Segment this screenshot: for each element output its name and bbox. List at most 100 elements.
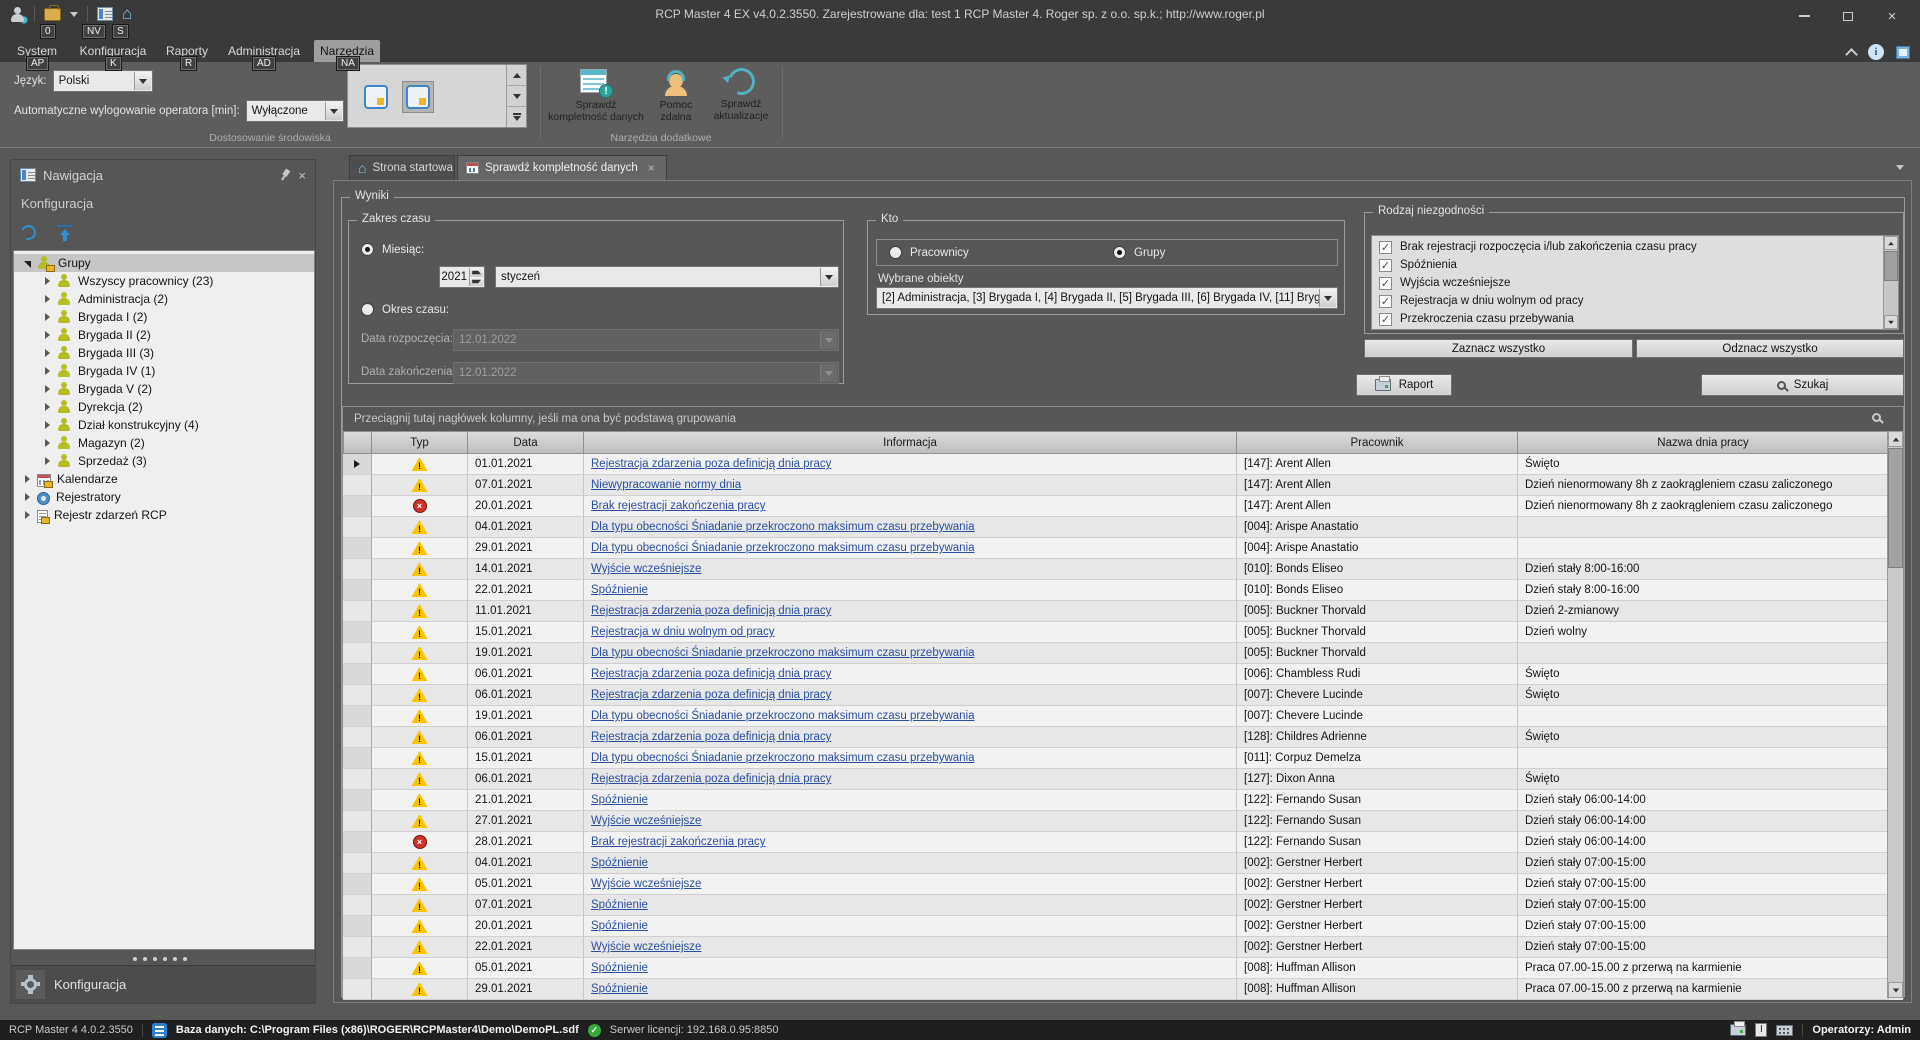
autologout-select[interactable]: Wyłączone — [246, 100, 344, 122]
expander-icon[interactable] — [22, 510, 33, 521]
maximize-button[interactable] — [1826, 2, 1870, 30]
grid-row[interactable]: !14.01.2021Wyjście wcześniejsze[010]: Bo… — [343, 559, 1903, 580]
checkbox-checked-icon[interactable]: ✓ — [1379, 277, 1392, 290]
expander-icon[interactable] — [42, 312, 53, 323]
deselect-all-button[interactable]: Odznacz wszystko — [1636, 339, 1904, 358]
checklist-scrollbar[interactable] — [1883, 236, 1898, 329]
expander-icon[interactable] — [42, 348, 53, 359]
scroll-up-icon[interactable] — [1888, 431, 1903, 447]
tree-item[interactable]: Brygada IV (1) — [14, 362, 314, 380]
incident-link[interactable]: Niewypracowanie normy dnia — [591, 479, 741, 491]
grid-row[interactable]: ×28.01.2021Brak rejestracji zakończenia … — [343, 832, 1903, 853]
scroll-down-icon[interactable] — [1888, 982, 1903, 998]
tree-item[interactable]: Brygada II (2) — [14, 326, 314, 344]
close-button[interactable]: × — [1870, 2, 1914, 30]
scroll-down-icon[interactable] — [1884, 315, 1898, 329]
incident-link[interactable]: Rejestracja zdarzenia poza definicją dni… — [591, 689, 831, 701]
expander-icon[interactable] — [42, 402, 53, 413]
discrepancy-option[interactable]: ✓Niewypracowanie normy dnia — [1372, 328, 1898, 330]
scrollbar-thumb[interactable] — [1888, 448, 1903, 568]
grid-row[interactable]: !19.01.2021Dla typu obecności Śniadanie … — [343, 706, 1903, 727]
incident-link[interactable]: Spóźnienie — [591, 584, 648, 596]
discrepancy-option[interactable]: ✓Rejestracja w dniu wolnym od pracy — [1372, 292, 1898, 310]
chevron-down-icon[interactable] — [820, 268, 837, 286]
grid-row[interactable]: !22.01.2021Spóźnienie[010]: Bonds Eliseo… — [343, 580, 1903, 601]
incident-link[interactable]: Spóźnienie — [591, 983, 648, 995]
grid-row[interactable]: !11.01.2021Rejestracja zdarzenia poza de… — [343, 601, 1903, 622]
discrepancy-option[interactable]: ✓Brak rejestracji rozpoczęcia i/lub zako… — [1372, 238, 1898, 256]
incident-link[interactable]: Spóźnienie — [591, 794, 648, 806]
grid-row[interactable]: !06.01.2021Rejestracja zdarzenia poza de… — [343, 664, 1903, 685]
expander-icon[interactable] — [42, 366, 53, 377]
remote-help-button[interactable]: Pomoc zdalna — [648, 64, 704, 123]
refresh-icon[interactable] — [19, 222, 39, 242]
expander-icon[interactable] — [42, 294, 53, 305]
check-data-completeness-button[interactable]: ! Sprawdź kompletność danych — [548, 64, 644, 123]
operator-icon[interactable] — [10, 7, 25, 22]
grid-row[interactable]: !15.01.2021Dla typu obecności Śniadanie … — [343, 748, 1903, 769]
window-layout-icon[interactable] — [1896, 46, 1910, 59]
checkbox-checked-icon[interactable]: ✓ — [1379, 295, 1392, 308]
language-select[interactable]: Polski — [53, 70, 153, 92]
incident-link[interactable]: Rejestracja w dniu wolnym od pracy — [591, 626, 774, 638]
incident-link[interactable]: Dla typu obecności Śniadanie przekroczon… — [591, 710, 975, 722]
period-radio[interactable]: Okres czasu: — [361, 303, 449, 316]
incident-link[interactable]: Rejestracja zdarzenia poza definicją dni… — [591, 773, 831, 785]
tree-item[interactable]: Administracja (2) — [14, 290, 314, 308]
scrollbar-thumb[interactable] — [1884, 251, 1898, 281]
grid-row[interactable]: !22.01.2021Wyjście wcześniejsze[002]: Ge… — [343, 937, 1903, 958]
grid-row[interactable]: !05.01.2021Wyjście wcześniejsze[002]: Ge… — [343, 874, 1903, 895]
expander-icon[interactable] — [42, 276, 53, 287]
close-tab-icon[interactable]: × — [648, 161, 655, 175]
minimize-button[interactable] — [1782, 2, 1826, 30]
grid-row[interactable]: !04.01.2021Spóźnienie[002]: Gerstner Her… — [343, 853, 1903, 874]
grid-row[interactable]: !06.01.2021Rejestracja zdarzenia poza de… — [343, 769, 1903, 790]
incident-link[interactable]: Rejestracja zdarzenia poza definicją dni… — [591, 458, 831, 470]
column-header[interactable]: Typ — [372, 431, 468, 454]
text-input-icon[interactable]: I — [1755, 1023, 1767, 1037]
check-updates-button[interactable]: Sprawdź aktualizacje — [706, 64, 776, 122]
expander-icon[interactable] — [42, 384, 53, 395]
help-icon[interactable]: i — [1868, 44, 1884, 60]
tree-item[interactable]: Grupy — [14, 254, 314, 272]
expander-icon[interactable] — [22, 474, 33, 485]
tree-item[interactable]: Dyrekcja (2) — [14, 398, 314, 416]
grid-row[interactable]: !15.01.2021Rejestracja w dniu wolnym od … — [343, 622, 1903, 643]
chevron-down-icon[interactable] — [134, 72, 151, 90]
expander-icon[interactable] — [22, 492, 33, 503]
chevron-down-icon[interactable] — [70, 12, 78, 17]
gallery-expand-icon[interactable] — [507, 107, 526, 127]
month-select[interactable]: styczeń — [495, 266, 839, 288]
grid-row[interactable]: !20.01.2021Spóźnienie[002]: Gerstner Her… — [343, 916, 1903, 937]
grid-row[interactable]: !27.01.2021Wyjście wcześniejsze[122]: Fe… — [343, 811, 1903, 832]
spin-up-icon[interactable] — [469, 268, 483, 277]
incident-link[interactable]: Spóźnienie — [591, 857, 648, 869]
employees-radio[interactable]: Pracownicy — [889, 246, 969, 259]
gallery-up-icon[interactable] — [507, 65, 526, 86]
incident-link[interactable]: Wyjście wcześniejsze — [591, 941, 701, 953]
sidebar-item-konfiguracja[interactable]: Konfiguracja — [11, 965, 315, 1003]
collapse-ribbon-icon[interactable] — [1845, 48, 1858, 61]
incident-link[interactable]: Wyjście wcześniejsze — [591, 815, 701, 827]
incident-link[interactable]: Dla typu obecności Śniadanie przekroczon… — [591, 752, 975, 764]
tree-item[interactable]: Magazyn (2) — [14, 434, 314, 452]
grid-row[interactable]: !29.01.2021Dla typu obecności Śniadanie … — [343, 538, 1903, 559]
close-icon[interactable]: × — [298, 169, 306, 182]
tree-item[interactable]: Brygada I (2) — [14, 308, 314, 326]
chevron-down-icon[interactable] — [1319, 289, 1336, 307]
tab-sprawdz-kompletnosc[interactable]: Sprawdź kompletność danych × — [457, 155, 667, 180]
grid-row[interactable]: !19.01.2021Dla typu obecności Śniadanie … — [343, 643, 1903, 664]
tree-item[interactable]: Brygada III (3) — [14, 344, 314, 362]
gallery-item[interactable] — [360, 81, 392, 113]
checkbox-checked-icon[interactable]: ✓ — [1379, 241, 1392, 254]
grid-row[interactable]: !21.01.2021Spóźnienie[122]: Fernando Sus… — [343, 790, 1903, 811]
year-stepper[interactable]: 2021 — [439, 266, 485, 288]
home-shortcut-icon[interactable]: ⌂ — [122, 6, 132, 22]
column-header[interactable]: Informacja — [584, 431, 1237, 454]
tab-strona-startowa[interactable]: ⌂ Strona startowa × — [349, 155, 455, 180]
search-icon[interactable] — [1872, 413, 1881, 422]
printer-status-icon[interactable] — [1730, 1024, 1746, 1036]
grid-row[interactable]: !04.01.2021Dla typu obecności Śniadanie … — [343, 517, 1903, 538]
incident-link[interactable]: Spóźnienie — [591, 899, 648, 911]
chevron-down-icon[interactable] — [325, 102, 342, 120]
